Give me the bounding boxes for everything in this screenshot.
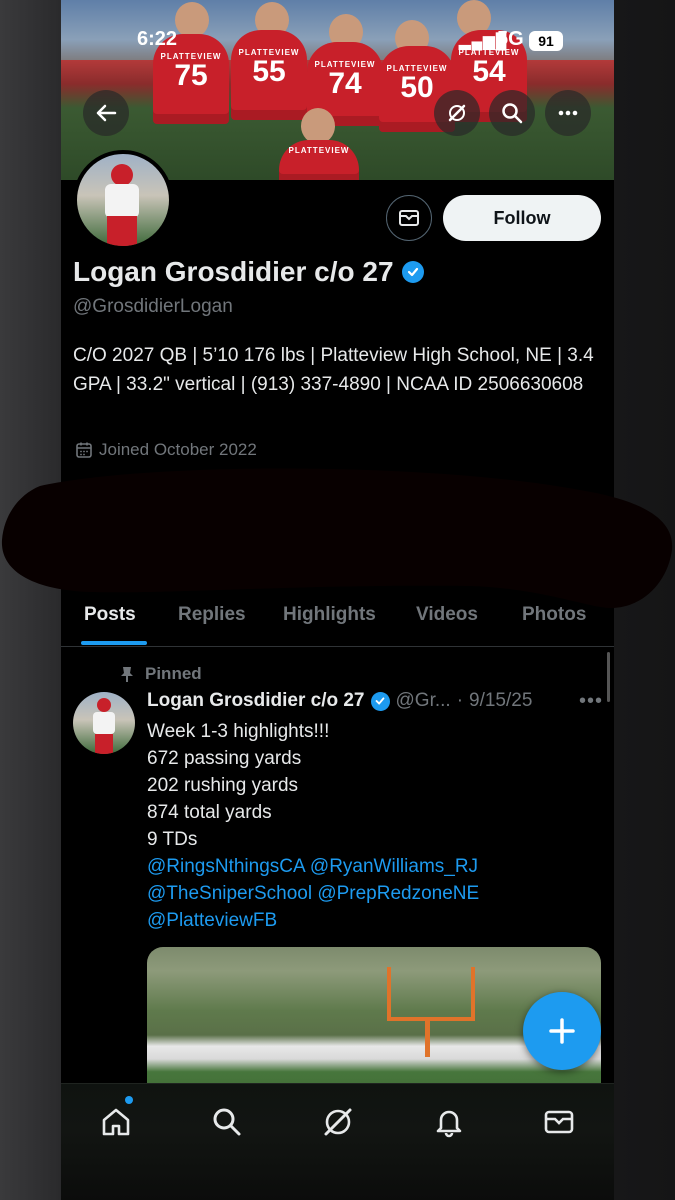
goalpost-pole xyxy=(425,1017,430,1057)
post-author[interactable]: Logan Grosdidier c/o 27 xyxy=(147,690,365,712)
profile-handle: @GrosdidierLogan xyxy=(73,296,233,317)
search-icon xyxy=(502,103,523,124)
back-button[interactable] xyxy=(83,90,129,136)
nav-home[interactable] xyxy=(96,1102,136,1142)
avatar-jersey xyxy=(93,712,115,734)
search-button[interactable] xyxy=(489,90,535,136)
bottom-nav xyxy=(61,1083,614,1200)
joined-date: Joined October 2022 xyxy=(75,440,257,460)
verified-badge-icon xyxy=(370,691,390,711)
post-mentions[interactable]: @PlatteviewFB xyxy=(147,907,607,934)
profile-name: Logan Grosdidier c/o 27 xyxy=(73,256,424,288)
joined-text: Joined October 2022 xyxy=(99,440,257,459)
pin-icon xyxy=(121,667,133,682)
player-head xyxy=(175,2,209,38)
mail-icon xyxy=(544,1110,574,1134)
avatar-pants xyxy=(95,734,113,754)
post-text: Week 1-3 highlights!!! 672 passing yards… xyxy=(147,718,607,934)
follow-button[interactable]: Follow xyxy=(443,195,601,241)
back-arrow-icon xyxy=(96,104,117,122)
post-mentions[interactable]: @TheSniperSchool @PrepRedzoneNE xyxy=(147,880,607,907)
post-date[interactable]: 9/15/25 xyxy=(469,690,532,712)
profile-avatar[interactable] xyxy=(73,150,173,250)
plus-icon xyxy=(549,1018,575,1044)
avatar-pants xyxy=(107,216,137,246)
tab-videos[interactable]: Videos xyxy=(416,604,478,626)
home-icon xyxy=(102,1108,130,1136)
post-line: Week 1-3 highlights!!! xyxy=(147,721,330,742)
post-header: Logan Grosdidier c/o 27 @Gr... · 9/15/25 xyxy=(147,690,532,712)
tab-replies[interactable]: Replies xyxy=(178,604,246,626)
post-line: 202 rushing yards xyxy=(147,775,299,796)
post-more-icon[interactable]: ••• xyxy=(579,690,603,713)
post-avatar[interactable] xyxy=(73,692,135,754)
verified-badge-icon xyxy=(401,261,424,283)
search-icon xyxy=(213,1108,241,1136)
tab-posts[interactable]: Posts xyxy=(84,604,136,626)
grok-icon xyxy=(324,1108,352,1136)
avatar-jersey xyxy=(105,184,139,218)
network-label: 5G xyxy=(497,28,524,50)
avatar-helmet xyxy=(97,698,111,712)
tab-photos[interactable]: Photos xyxy=(522,604,586,626)
post-mentions[interactable]: @RingsNthingsCA @RyanWilliams_RJ xyxy=(147,853,607,880)
post-handle[interactable]: @Gr... xyxy=(396,690,451,712)
tab-highlights[interactable]: Highlights xyxy=(283,604,376,626)
active-tab-indicator xyxy=(81,641,147,645)
message-button[interactable] xyxy=(386,195,432,241)
profile-bio: C/O 2027 QB | 5’10 176 lbs | Platteview … xyxy=(73,345,594,395)
profile-banner[interactable]: PLATTEVIEW 75 PLATTEVIEW 55 PLATTEVIEW 7… xyxy=(61,0,614,180)
pinned-text: Pinned xyxy=(145,664,202,683)
more-options-button[interactable] xyxy=(545,90,591,136)
banner-player-jersey: PLATTEVIEW 55 xyxy=(231,30,307,120)
battery-indicator: 91 xyxy=(529,31,563,51)
calendar-icon xyxy=(76,442,92,458)
player-head xyxy=(301,108,335,144)
nav-messages[interactable] xyxy=(539,1102,579,1142)
home-notification-dot xyxy=(125,1096,133,1104)
pinned-label: Pinned xyxy=(119,664,202,684)
profile-tabs: Posts Replies Highlights Videos Photos xyxy=(61,590,614,647)
status-time: 6:22 xyxy=(137,28,178,50)
compose-button[interactable] xyxy=(523,992,601,1070)
profile-name-text: Logan Grosdidier c/o 27 xyxy=(73,256,394,287)
avatar-helmet xyxy=(111,164,133,186)
post-separator: · xyxy=(456,690,464,711)
nav-notifications[interactable] xyxy=(429,1102,469,1142)
goalpost-shape xyxy=(387,967,475,1021)
banner-player-kneeling: PLATTEVIEW xyxy=(279,140,359,180)
bell-icon xyxy=(436,1110,462,1138)
nav-grok[interactable] xyxy=(318,1102,358,1142)
grok-icon xyxy=(448,104,466,122)
mail-icon xyxy=(399,210,419,226)
post-line: 9 TDs xyxy=(147,829,198,850)
nav-search[interactable] xyxy=(207,1102,247,1142)
more-icon xyxy=(558,110,578,116)
post-line: 672 passing yards xyxy=(147,748,302,769)
scrollbar[interactable] xyxy=(607,652,610,702)
post-line: 874 total yards xyxy=(147,802,272,823)
grok-button[interactable] xyxy=(434,90,480,136)
